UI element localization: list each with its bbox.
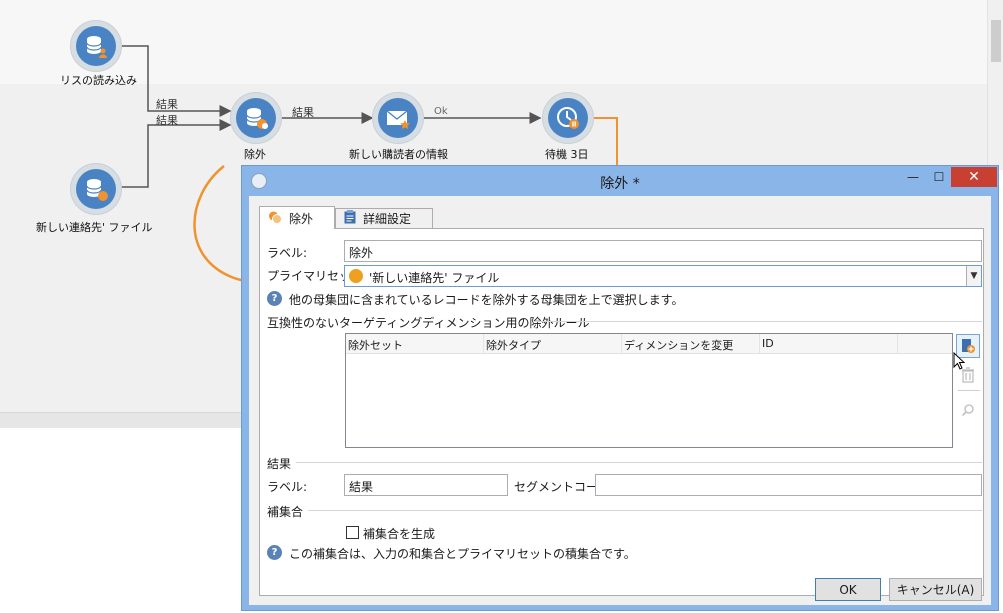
column-header[interactable]: 除外タイプ <box>484 334 622 353</box>
primary-set-select[interactable]: '新しい連絡先' ファイル ▼ <box>344 265 982 287</box>
column-header-spacer <box>898 334 952 353</box>
label-caption: ラベル: <box>267 246 308 260</box>
node-label: 待機 3日 <box>545 148 589 161</box>
dialog-title: 除外 * <box>600 176 640 192</box>
section-divider <box>308 510 982 511</box>
grid-header: 除外セット 除外タイプ ディメンションを変更 ID <box>346 334 952 354</box>
exclusion-tab-icon <box>268 210 282 227</box>
view-rule-button[interactable] <box>956 398 980 422</box>
segment-code-input[interactable] <box>595 474 982 496</box>
column-header[interactable]: ディメンションを変更 <box>622 334 760 353</box>
generate-complement-checkbox[interactable] <box>346 526 359 539</box>
node-label: リスの読み込み <box>60 74 137 87</box>
primary-set-help-text: 他の母集団に含まれているレコードを除外する母集団を上で選択します。 <box>289 293 684 307</box>
transition-label: Ok <box>434 106 448 117</box>
toolbar-separator <box>958 390 980 391</box>
complement-help-text: この補集合は、入力の和集合とプライマリセットの積集合です。 <box>289 547 636 561</box>
rules-section-title: 互換性のないターゲティングディメンション用の除外ルール <box>267 316 590 330</box>
transition-label: 結果 <box>292 106 314 119</box>
exclusion-rules-grid[interactable]: 除外セット 除外タイプ ディメンションを変更 ID <box>345 333 953 448</box>
dialog-titlebar[interactable]: 除外 * — ☐ ✕ <box>242 166 998 196</box>
search-icon <box>961 404 974 417</box>
file-import-icon <box>349 269 363 283</box>
workflow-node-email-delivery[interactable] <box>372 92 424 144</box>
node-label: 新しい購読者の情報 <box>349 148 448 161</box>
mouse-cursor-icon <box>953 352 966 370</box>
database-user-icon <box>86 36 107 58</box>
result-label-input[interactable]: 結果 <box>344 474 508 496</box>
clipboard-icon <box>344 210 356 227</box>
complement-section-title: 補集合 <box>267 505 304 519</box>
transition-label: 結果 <box>156 98 178 111</box>
email-delivery-icon <box>386 110 410 129</box>
result-section-title: 結果 <box>267 457 292 471</box>
help-icon: ? <box>267 291 282 306</box>
section-divider <box>534 321 982 322</box>
tab-advanced-settings[interactable]: 詳細設定 <box>335 208 433 228</box>
node-label: 新しい連絡先' ファイル <box>36 221 153 234</box>
maximize-button[interactable]: ☐ <box>926 167 952 187</box>
cancel-button[interactable]: キャンセル(A) <box>889 578 982 601</box>
node-label: 除外 <box>244 148 266 161</box>
chevron-down-icon[interactable]: ▼ <box>966 266 981 286</box>
workflow-node-exclusion[interactable] <box>230 92 282 144</box>
primary-set-value: '新しい連絡先' ファイル <box>369 271 500 285</box>
database-file-icon <box>86 179 108 201</box>
generate-complement-label[interactable]: 補集合を生成 <box>363 525 435 542</box>
transition-label: 結果 <box>156 114 178 127</box>
column-header[interactable]: 除外セット <box>346 334 484 353</box>
database-exclusion-icon <box>246 108 268 129</box>
result-label-caption: ラベル: <box>267 480 308 494</box>
help-icon: ? <box>267 545 282 560</box>
section-divider <box>296 462 982 463</box>
exclusion-dialog: 除外 * — ☐ ✕ 除外 詳細設定 ラベル: 除外 プライマリセット: '新し… <box>241 165 999 611</box>
workflow-node-file-import[interactable] <box>70 163 122 215</box>
minimize-button[interactable]: — <box>900 167 926 187</box>
workflow-node-wait[interactable] <box>542 92 594 144</box>
ok-button[interactable]: OK <box>815 578 881 601</box>
close-button[interactable]: ✕ <box>951 167 997 187</box>
tab-label: 詳細設定 <box>363 212 412 226</box>
column-header[interactable]: ID <box>760 334 898 353</box>
tab-exclusion[interactable]: 除外 <box>259 206 335 229</box>
tab-label: 除外 <box>289 211 314 226</box>
workflow-node-read-list[interactable] <box>70 20 122 72</box>
label-input[interactable]: 除外 <box>344 240 982 262</box>
wait-clock-icon <box>557 107 579 129</box>
transition-wire-outgoing <box>594 117 618 165</box>
